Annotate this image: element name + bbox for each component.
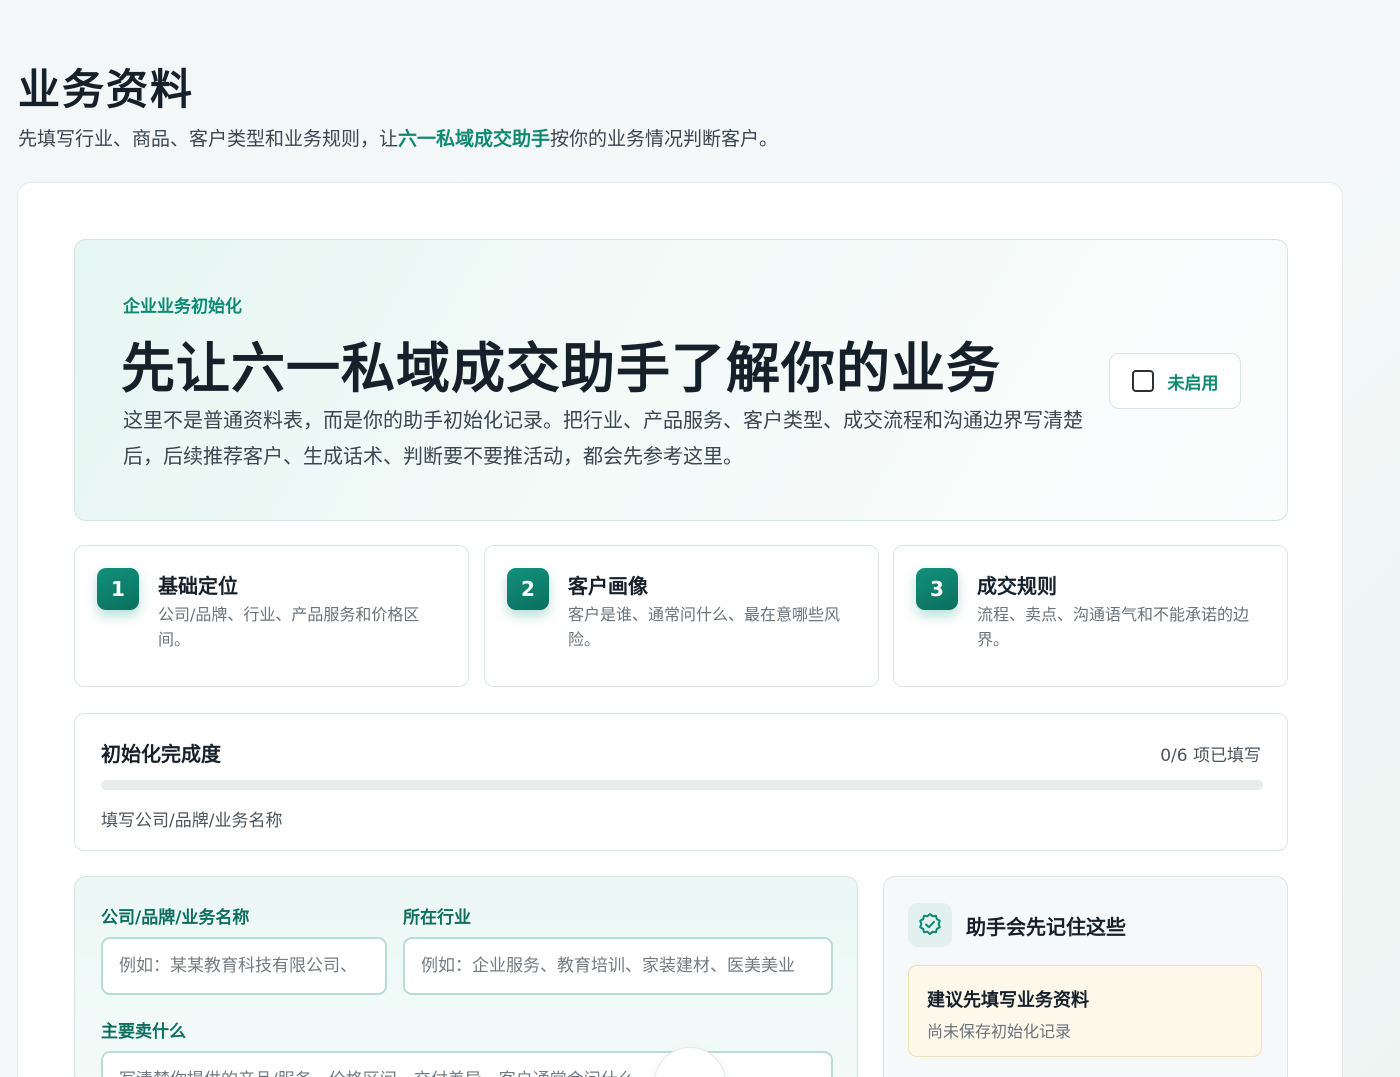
step-number-badge: 3 [916,568,958,610]
notice-title: 建议先填写业务资料 [927,990,1089,1011]
subtitle-text: 先填写行业、商品、客户类型和业务规则，让 [18,128,399,150]
progress-title: 初始化完成度 [101,742,221,766]
step-description: 客户是谁、通常问什么、最在意哪些风险。 [568,605,841,649]
progress-count: 0/6 项已填写 [1160,746,1261,766]
subtitle-brand: 六一私域成交助手 [398,128,551,150]
progress-hint: 填写公司/品牌/业务名称 [101,811,283,831]
step-cards: 1 基础定位 公司/品牌、行业、产品服务和价格区间。 2 客户画像 客户是谁、通… [74,545,1288,687]
progress-bar [101,780,1263,790]
page: 业务资料 先填写行业、商品、客户类型和业务规则，让六一私域成交助手按你的业务情况… [0,0,1400,1077]
subtitle-text-end: 按你的业务情况判断客户。 [550,128,779,150]
step-description: 流程、卖点、沟通语气和不能承诺的边界。 [977,605,1250,649]
company-name-label: 公司/品牌/业务名称 [101,908,250,928]
notice-box: 建议先填写业务资料 尚未保存初始化记录 [908,965,1262,1057]
step-description: 公司/品牌、行业、产品服务和价格区间。 [158,605,420,649]
step-card-rules: 3 成交规则 流程、卖点、沟通语气和不能承诺的边界。 [893,545,1288,687]
page-subtitle: 先填写行业、商品、客户类型和业务规则，让六一私域成交助手按你的业务情况判断客户。 [18,124,778,151]
main-card: 企业业务初始化 先让六一私域成交助手了解你的业务 这里不是普通资料表，而是你的助… [17,182,1343,1077]
business-form: 公司/品牌/业务名称 所在行业 主要卖什么 [74,876,858,1077]
step-card-persona: 2 客户画像 客户是谁、通常问什么、最在意哪些风险。 [484,545,879,687]
step-number-badge: 2 [507,568,549,610]
step-number-badge: 1 [97,568,139,610]
check-badge-icon [908,903,952,947]
step-title: 基础定位 [158,574,238,598]
page-title: 业务资料 [18,65,195,114]
checkbox-icon[interactable] [1131,370,1154,392]
side-panel-title: 助手会先记住这些 [966,915,1126,939]
hero-banner: 企业业务初始化 先让六一私域成交助手了解你的业务 这里不是普通资料表，而是你的助… [74,239,1288,521]
notice-description: 尚未保存初始化记录 [927,1022,1072,1041]
product-label: 主要卖什么 [101,1022,186,1042]
hero-eyebrow: 企业业务初始化 [123,297,242,317]
company-name-input[interactable] [101,937,387,995]
step-title: 客户画像 [568,574,648,598]
industry-input[interactable] [403,937,833,995]
assistant-memory-panel: 助手会先记住这些 建议先填写业务资料 尚未保存初始化记录 [883,876,1288,1077]
enable-toggle-label: 未启用 [1167,373,1219,394]
hero-description: 这里不是普通资料表，而是你的助手初始化记录。把行业、产品服务、客户类型、成交流程… [123,408,1083,468]
enable-toggle-button[interactable]: 未启用 [1109,353,1241,409]
step-title: 成交规则 [977,574,1057,598]
step-card-basic: 1 基础定位 公司/品牌、行业、产品服务和价格区间。 [74,545,469,687]
hero-title: 先让六一私域成交助手了解你的业务 [121,337,1001,400]
industry-label: 所在行业 [403,908,471,928]
progress-card: 初始化完成度 0/6 项已填写 填写公司/品牌/业务名称 [74,713,1288,851]
